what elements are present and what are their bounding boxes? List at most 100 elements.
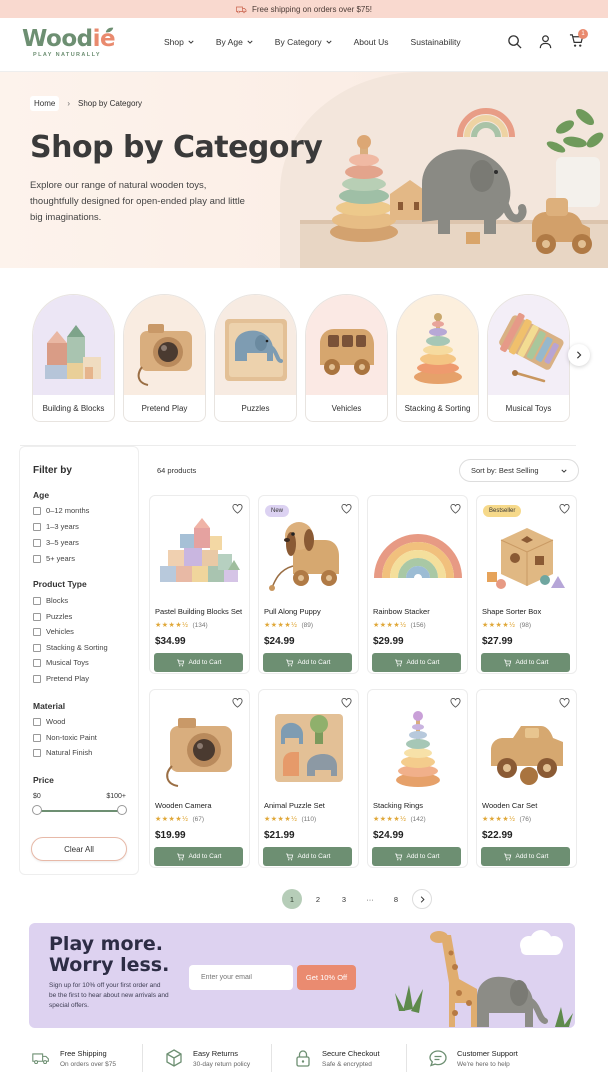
page-3-button[interactable]: 3 — [334, 889, 354, 909]
add-to-cart-button[interactable]: Add to Cart — [263, 653, 352, 672]
checkbox[interactable] — [33, 658, 41, 667]
heart-icon[interactable] — [341, 504, 352, 514]
product-image — [491, 726, 563, 785]
category-building-blocks[interactable]: Building & Blocks — [32, 294, 115, 422]
product-name[interactable]: Wooden Camera — [155, 801, 212, 810]
category-label: Pretend Play — [141, 404, 188, 413]
nav-shop[interactable]: Shop — [164, 37, 194, 47]
category-label: Stacking & Sorting — [404, 404, 471, 413]
category-vehicles[interactable]: Vehicles — [305, 294, 388, 422]
product-card[interactable]: Stacking Rings ★★★★½ (142) $24.99 Add to … — [367, 689, 468, 868]
heart-icon[interactable] — [450, 698, 461, 708]
product-name[interactable]: Pastel Building Blocks Set — [155, 607, 242, 616]
heart-icon[interactable] — [232, 698, 243, 708]
product-name[interactable]: Rainbow Stacker — [373, 607, 430, 616]
cart-icon — [176, 853, 184, 860]
heart-icon[interactable] — [559, 698, 570, 708]
leaf-icon — [105, 27, 114, 33]
filter-option[interactable]: Wood — [33, 717, 65, 726]
carousel-next-button[interactable] — [568, 344, 590, 366]
filter-option[interactable]: 1–3 years — [33, 522, 79, 531]
category-stacking-sorting[interactable]: Stacking & Sorting — [396, 294, 479, 422]
product-card[interactable]: New Pull Along Puppy ★★★★½ (89) $24.99 Ad… — [258, 495, 359, 674]
add-to-cart-button[interactable]: Add to Cart — [481, 847, 570, 866]
checkbox[interactable] — [33, 538, 41, 547]
clear-all-button[interactable]: Clear All — [31, 837, 127, 861]
heart-icon[interactable] — [341, 698, 352, 708]
heart-icon[interactable] — [559, 504, 570, 514]
page-8-button[interactable]: 8 — [386, 889, 406, 909]
product-card[interactable]: Animal Puzzle Set ★★★★½ (110) $21.99 Add … — [258, 689, 359, 868]
checkbox[interactable] — [33, 748, 41, 757]
product-name[interactable]: Wooden Car Set — [482, 801, 537, 810]
checkbox[interactable] — [33, 674, 41, 683]
sort-dropdown[interactable]: Sort by: Best Selling — [459, 459, 579, 482]
checkbox[interactable] — [33, 554, 41, 563]
nav-by-age[interactable]: By Age — [216, 37, 253, 47]
page-2-button[interactable]: 2 — [308, 889, 328, 909]
add-to-cart-button[interactable]: Add to Cart — [372, 847, 461, 866]
site-header: Woodie PLAY NATURALLY Shop By Age By Cat… — [0, 18, 608, 72]
add-to-cart-button[interactable]: Add to Cart — [481, 653, 570, 672]
category-label: Puzzles — [241, 404, 270, 413]
brand-logo[interactable]: Woodie PLAY NATURALLY — [22, 26, 116, 58]
checkbox[interactable] — [33, 717, 41, 726]
filter-option[interactable]: Blocks — [33, 596, 68, 605]
filter-option[interactable]: Natural Finish — [33, 748, 92, 757]
checkbox[interactable] — [33, 506, 41, 515]
chevron-right-icon: › — [67, 99, 71, 108]
filter-option[interactable]: Musical Toys — [33, 658, 89, 667]
get-discount-button[interactable]: Get 10% Off — [297, 965, 356, 990]
next-page-button[interactable] — [412, 889, 432, 909]
checkbox[interactable] — [33, 733, 41, 742]
product-card[interactable]: Wooden Camera ★★★★½ (67) $19.99 Add to Ca… — [149, 689, 250, 868]
product-name[interactable]: Pull Along Puppy — [264, 607, 321, 616]
checkbox[interactable] — [33, 596, 41, 605]
add-to-cart-button[interactable]: Add to Cart — [263, 847, 352, 866]
filter-option[interactable]: 3–5 years — [33, 538, 79, 547]
email-field[interactable] — [189, 965, 293, 990]
nav-sustainability[interactable]: Sustainability — [411, 37, 461, 47]
product-name[interactable]: Shape Sorter Box — [482, 607, 541, 616]
checkbox[interactable] — [33, 643, 41, 652]
category-puzzles[interactable]: Puzzles — [214, 294, 297, 422]
add-to-cart-button[interactable]: Add to Cart — [372, 653, 461, 672]
product-card[interactable]: Pastel Building Blocks Set ★★★★½ (134) $3… — [149, 495, 250, 674]
nav-by-category[interactable]: By Category — [275, 37, 332, 47]
filter-option[interactable]: 0–12 months — [33, 506, 89, 515]
price-slider-min-handle[interactable] — [32, 805, 42, 815]
user-icon[interactable] — [538, 34, 553, 49]
nav-about-us[interactable]: About Us — [354, 37, 389, 47]
category-label: Musical Toys — [505, 404, 552, 413]
checkbox[interactable] — [33, 627, 41, 636]
filter-option[interactable]: Stacking & Sorting — [33, 643, 108, 652]
product-card[interactable]: Bestseller Shape Sorter Box ★★★★½ (98) $2… — [476, 495, 577, 674]
filter-group-material: Material — [33, 701, 66, 711]
product-card[interactable]: Rainbow Stacker ★★★★½ (156) $29.99 Add to… — [367, 495, 468, 674]
price-slider-max-handle[interactable] — [117, 805, 127, 815]
category-musical-toys[interactable]: Musical Toys — [487, 294, 570, 422]
checkbox[interactable] — [33, 522, 41, 531]
checkbox[interactable] — [33, 612, 41, 621]
search-icon[interactable] — [507, 34, 522, 49]
filter-option[interactable]: Puzzles — [33, 612, 72, 621]
price-slider-track[interactable] — [37, 810, 122, 812]
filter-option[interactable]: Vehicles — [33, 627, 74, 636]
product-name[interactable]: Stacking Rings — [373, 801, 423, 810]
elephant-puzzle-icon — [225, 319, 287, 381]
product-card[interactable]: Wooden Car Set ★★★★½ (76) $22.99 Add to C… — [476, 689, 577, 868]
add-to-cart-button[interactable]: Add to Cart — [154, 653, 243, 672]
page-1-button[interactable]: 1 — [282, 889, 302, 909]
category-pretend-play[interactable]: Pretend Play — [123, 294, 206, 422]
star-rating-icon: ★★★★½ — [264, 622, 298, 629]
heart-icon[interactable] — [450, 504, 461, 514]
filter-option[interactable]: 5+ years — [33, 554, 75, 563]
filter-option[interactable]: Pretend Play — [33, 674, 89, 683]
filter-option[interactable]: Non-toxic Paint — [33, 733, 97, 742]
cart-button[interactable]: 1 — [569, 29, 588, 50]
heart-icon[interactable] — [232, 504, 243, 514]
product-image — [269, 522, 339, 591]
breadcrumb-home[interactable]: Home — [30, 96, 60, 111]
product-name[interactable]: Animal Puzzle Set — [264, 801, 325, 810]
add-to-cart-button[interactable]: Add to Cart — [154, 847, 243, 866]
